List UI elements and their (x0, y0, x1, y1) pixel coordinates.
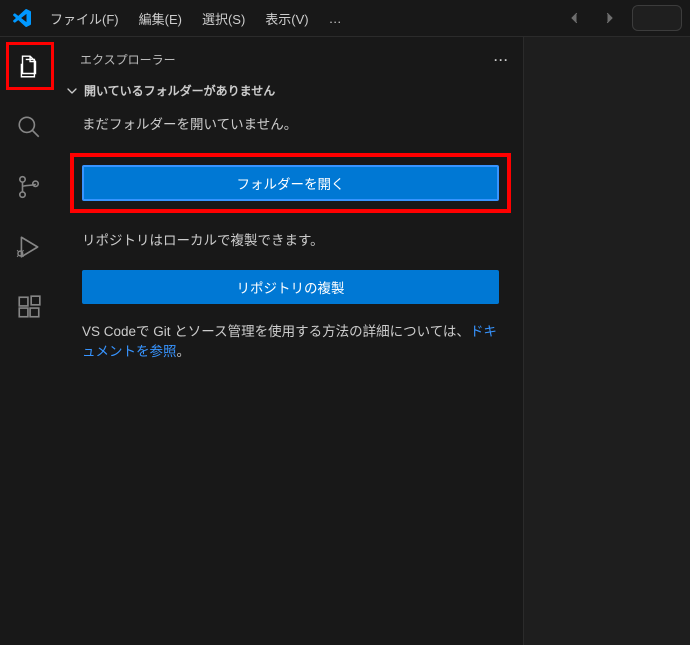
sidebar: エクスプローラー ··· 開いているフォルダーがありません まだフォルダーを開い… (58, 37, 524, 645)
titlebar: ファイル(F) 編集(E) 選択(S) 表示(V) … (0, 0, 690, 37)
menu-edit[interactable]: 編集(E) (129, 3, 192, 34)
clone-repo-button[interactable]: リポジトリの複製 (82, 270, 499, 304)
docs-text-suffix: 。 (177, 344, 191, 359)
activity-source-control[interactable] (5, 163, 53, 211)
activity-extensions[interactable] (5, 283, 53, 331)
activity-bar (0, 37, 58, 645)
nav-forward-icon[interactable] (596, 4, 624, 32)
section-header-label: 開いているフォルダーがありません (84, 82, 275, 99)
docs-text: VS Codeで Git とソース管理を使用する方法の詳細については、ドキュメン… (82, 322, 499, 363)
no-folder-text: まだフォルダーを開いていません。 (82, 115, 499, 135)
menu-overflow[interactable]: … (319, 5, 352, 32)
nav-back-icon[interactable] (560, 4, 588, 32)
menu-bar: ファイル(F) 編集(E) 選択(S) 表示(V) … (40, 3, 352, 34)
vscode-logo-icon (12, 8, 32, 28)
sidebar-more-icon[interactable]: ··· (494, 53, 509, 67)
menu-view[interactable]: 表示(V) (255, 3, 318, 34)
activity-search[interactable] (5, 103, 53, 151)
chevron-down-icon (64, 83, 80, 99)
sidebar-header: エクスプローラー ··· (58, 43, 523, 76)
activity-run-debug[interactable] (5, 223, 53, 271)
activity-explorer[interactable] (5, 43, 53, 91)
clone-repo-text: リポジトリはローカルで複製できます。 (82, 231, 499, 251)
open-folder-button[interactable]: フォルダーを開く (82, 165, 499, 201)
menu-file[interactable]: ファイル(F) (40, 3, 129, 34)
menu-selection[interactable]: 選択(S) (192, 3, 255, 34)
sidebar-title: エクスプローラー (80, 51, 176, 68)
section-no-folder-header[interactable]: 開いているフォルダーがありません (58, 76, 523, 105)
editor-area (524, 37, 690, 645)
docs-text-prefix: VS Codeで Git とソース管理を使用する方法の詳細については、 (82, 324, 470, 339)
open-folder-highlight: フォルダーを開く (70, 153, 511, 213)
command-center[interactable] (632, 5, 682, 31)
welcome-content: まだフォルダーを開いていません。 フォルダーを開く リポジトリはローカルで複製で… (58, 105, 523, 372)
